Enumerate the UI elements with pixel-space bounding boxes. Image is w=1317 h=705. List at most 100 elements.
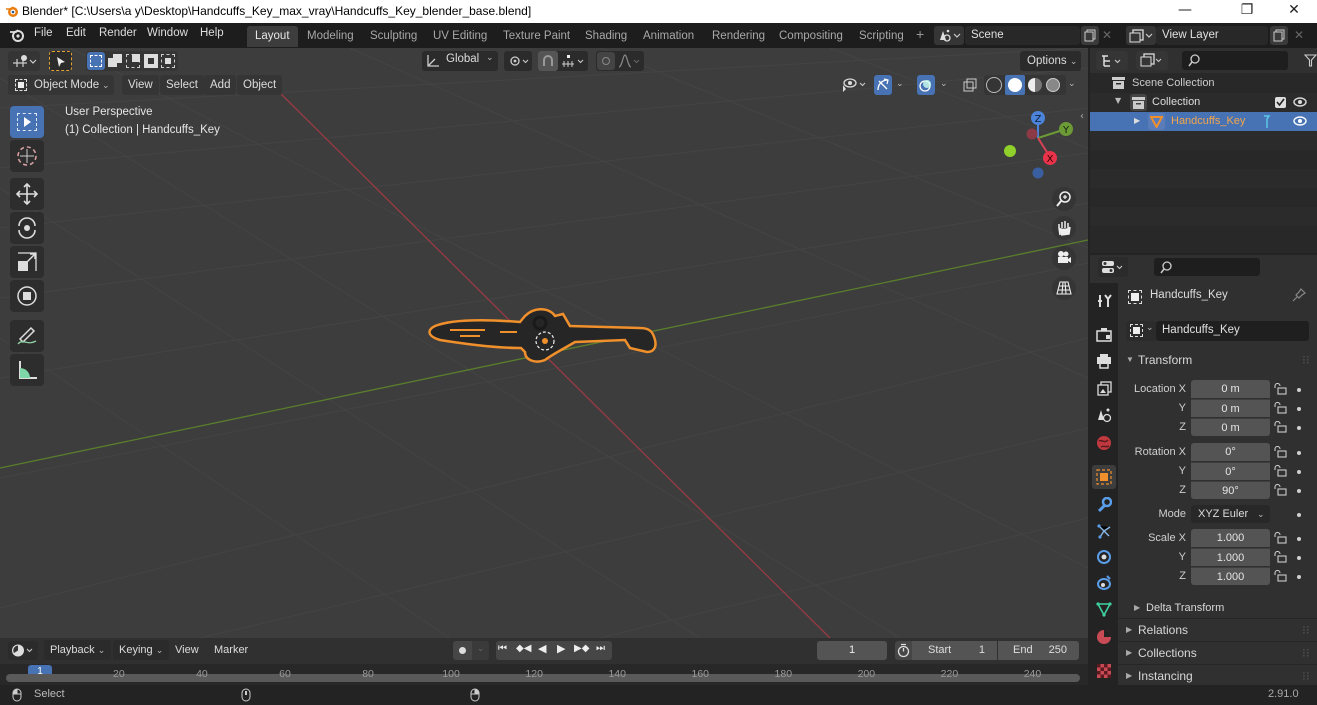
outliner-search-input[interactable] — [1182, 51, 1288, 70]
tab-scripting[interactable]: Scripting — [851, 26, 912, 47]
jump-to-start-button[interactable]: ⏮ — [498, 643, 507, 654]
location-y-field[interactable]: 0 m — [1191, 399, 1270, 417]
tab-world[interactable] — [1092, 431, 1116, 455]
tab-constraints[interactable] — [1092, 571, 1116, 595]
new-view-layer-button[interactable] — [1270, 26, 1288, 45]
rendered-shading-button[interactable] — [1046, 78, 1060, 92]
new-scene-button[interactable] — [1081, 26, 1099, 45]
relations-panel-header[interactable]: ▶ Relations ⁝⁝ — [1118, 619, 1317, 641]
visibility-dropdown[interactable] — [838, 75, 870, 95]
select-new-button[interactable] — [87, 52, 105, 70]
scene-name-field[interactable]: Scene — [965, 26, 1080, 45]
drag-handle-icon[interactable]: ⁝⁝ — [1302, 349, 1310, 371]
perspective-toggle-button[interactable] — [1052, 276, 1076, 300]
keyframe-dot[interactable] — [1297, 575, 1301, 579]
overlays-toggle[interactable] — [917, 75, 935, 95]
rotation-z-field[interactable]: 90° — [1191, 481, 1270, 499]
pin-icon[interactable] — [1292, 288, 1306, 302]
tab-uv-editing[interactable]: UV Editing — [425, 26, 495, 47]
tool-scale[interactable] — [10, 246, 44, 278]
pan-button[interactable] — [1052, 216, 1076, 240]
tab-scene[interactable] — [1092, 403, 1116, 427]
tab-sculpting[interactable]: Sculpting — [362, 26, 425, 47]
keyframe-dot[interactable] — [1297, 537, 1301, 541]
select-extend-button[interactable] — [108, 54, 122, 68]
prev-keyframe-button[interactable]: ◆◀ — [516, 643, 531, 654]
shading-dropdown-icon[interactable]: ⌄ — [1068, 79, 1076, 89]
tab-render[interactable] — [1092, 323, 1116, 347]
delete-view-layer-icon[interactable]: ✕ — [1294, 28, 1304, 42]
auto-keying-toggle[interactable] — [453, 641, 472, 660]
preview-range-toggle[interactable] — [895, 641, 912, 660]
tab-modeling[interactable]: Modeling — [299, 26, 362, 47]
collections-panel-header[interactable]: ▶ Collections ⁝⁝ — [1118, 642, 1317, 664]
transform-panel-header[interactable]: ▼ Transform ⁝⁝ — [1118, 349, 1317, 371]
tab-compositing[interactable]: Compositing — [771, 26, 851, 47]
lock-icon[interactable] — [1273, 465, 1287, 477]
lock-icon[interactable] — [1273, 532, 1287, 544]
scale-y-field[interactable]: 1.000 — [1191, 548, 1270, 566]
material-preview-button[interactable] — [1028, 78, 1042, 92]
view-layer-name-field[interactable]: View Layer — [1156, 26, 1268, 45]
3d-viewport[interactable]: Global ⌄ Options ⌄ Object Mode ⌄ View Se… — [0, 48, 1088, 638]
xray-toggle[interactable] — [961, 75, 979, 95]
lock-icon[interactable] — [1273, 383, 1287, 395]
gizmo-toggle[interactable] — [874, 75, 892, 95]
tab-animation[interactable]: Animation — [635, 26, 702, 47]
snapping-controls[interactable] — [538, 51, 588, 71]
sidebar-toggle-icon[interactable]: ‹ — [1080, 111, 1084, 122]
blender-menu-icon[interactable] — [9, 28, 25, 42]
tool-cursor[interactable] — [10, 140, 44, 172]
viewport-menu-select[interactable]: Select — [160, 75, 204, 95]
camera-view-button[interactable] — [1052, 246, 1076, 270]
tool-measure[interactable] — [10, 354, 44, 386]
tool-select-box[interactable] — [10, 106, 44, 138]
mode-dropdown[interactable]: Object Mode ⌄ — [8, 75, 114, 95]
snap-toggle[interactable] — [538, 51, 558, 71]
outliner-editor-type[interactable] — [1096, 51, 1128, 70]
select-intersect-button[interactable] — [161, 54, 175, 68]
menu-render[interactable]: Render — [99, 27, 137, 39]
tab-particles[interactable] — [1092, 519, 1116, 543]
current-frame-field[interactable]: 1 — [817, 641, 887, 660]
play-button[interactable]: ▶ — [557, 642, 565, 655]
proportional-editing-controls[interactable] — [596, 51, 644, 71]
wireframe-shading-button[interactable] — [986, 77, 1002, 93]
rotation-y-field[interactable]: 0° — [1191, 462, 1270, 480]
lock-icon[interactable] — [1273, 570, 1287, 582]
keyframe-dot[interactable] — [1297, 513, 1301, 517]
viewport-menu-view[interactable]: View — [122, 75, 159, 95]
outliner-row-collection[interactable]: ▼ Collection — [1090, 93, 1317, 112]
tab-modifiers[interactable] — [1092, 493, 1116, 517]
zoom-button[interactable] — [1052, 187, 1076, 211]
menu-edit[interactable]: Edit — [66, 27, 86, 39]
drag-handle-icon[interactable]: ⁝⁝ — [1302, 642, 1310, 664]
outliner-row-handcuffs-key[interactable]: ▶ Handcuffs_Key — [1090, 112, 1317, 131]
tab-object[interactable] — [1092, 465, 1116, 489]
delta-transform-subpanel[interactable]: ▶ Delta Transform — [1126, 597, 1317, 619]
eye-icon[interactable] — [1293, 116, 1307, 126]
drag-handle-icon[interactable]: ⁝⁝ — [1302, 665, 1310, 687]
menu-help[interactable]: Help — [200, 27, 224, 39]
select-subtract-button[interactable] — [126, 54, 140, 68]
tab-physics[interactable] — [1092, 545, 1116, 569]
view-layer-selector[interactable] — [1126, 26, 1156, 45]
rotation-x-field[interactable]: 0° — [1191, 443, 1270, 461]
display-mode-dropdown[interactable] — [1136, 51, 1168, 70]
start-frame-field[interactable]: Start 1 — [912, 641, 997, 660]
tab-output[interactable] — [1092, 349, 1116, 373]
play-reverse-button[interactable]: ◀ — [538, 642, 546, 655]
outliner-row-scene-collection[interactable]: Scene Collection — [1090, 74, 1317, 93]
expand-arrow-icon[interactable]: ▶ — [1134, 116, 1140, 125]
keyframe-dot[interactable] — [1297, 556, 1301, 560]
add-workspace-button[interactable]: + — [916, 26, 924, 42]
timeline-menu-marker[interactable]: Marker — [214, 644, 248, 656]
timeline-editor-type[interactable] — [8, 641, 38, 660]
viewport-menu-object[interactable]: Object — [237, 75, 283, 95]
end-frame-field[interactable]: End 250 — [998, 641, 1079, 660]
tab-rendering[interactable]: Rendering — [704, 26, 773, 47]
scale-x-field[interactable]: 1.000 — [1191, 529, 1270, 547]
minimize-button[interactable]: — — [1162, 0, 1208, 23]
pivot-point-dropdown[interactable] — [504, 51, 532, 71]
jump-to-end-button[interactable]: ⏭ — [596, 643, 605, 654]
